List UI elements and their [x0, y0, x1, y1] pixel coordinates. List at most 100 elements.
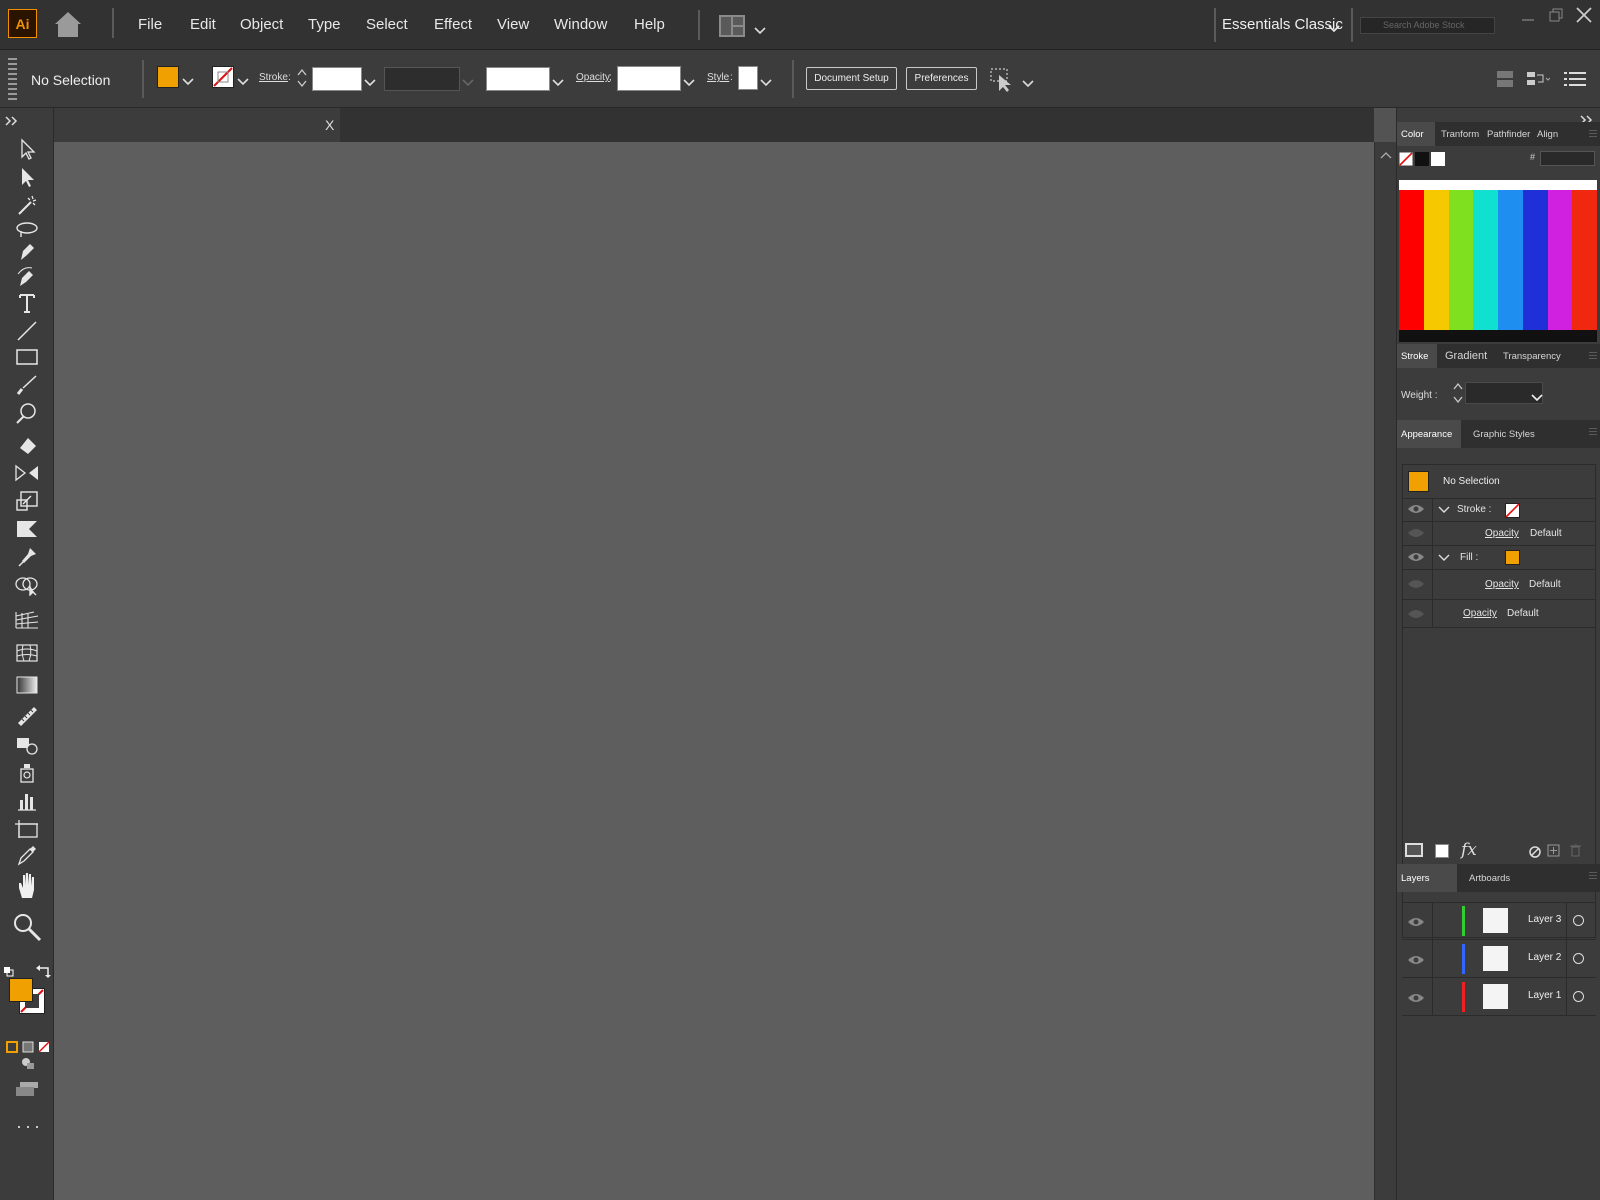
scale-tool-icon[interactable] [12, 488, 42, 514]
eye-icon[interactable] [1407, 953, 1425, 971]
eye-icon[interactable] [1407, 915, 1425, 933]
restore-icon[interactable] [1542, 0, 1570, 30]
spectrum-band[interactable] [1547, 190, 1573, 330]
tab-stroke[interactable]: Stroke [1397, 344, 1437, 368]
chevron-down-icon[interactable] [1022, 75, 1034, 93]
grip-handle[interactable] [8, 58, 17, 100]
workspace-switcher[interactable]: Essentials Classic [1222, 16, 1343, 33]
menu-help[interactable]: Help [634, 16, 665, 33]
opacity-label[interactable]: Opacity [576, 72, 610, 83]
home-icon[interactable] [52, 8, 84, 40]
menu-window[interactable]: Window [554, 16, 607, 33]
chevron-down-icon[interactable] [683, 74, 695, 92]
expand-panel-icon[interactable] [5, 113, 21, 131]
direct-selection-tool-icon[interactable] [12, 164, 42, 190]
brush-field[interactable] [486, 67, 550, 91]
spectrum-band[interactable] [1522, 190, 1548, 330]
stroke-label[interactable]: Stroke [259, 72, 288, 83]
chevron-down-icon[interactable] [1438, 506, 1450, 517]
stroke-opacity-row[interactable]: Opacity Default [1402, 522, 1596, 546]
chevron-down-icon[interactable] [760, 74, 772, 92]
symbol-sprayer-tool-icon[interactable] [12, 760, 42, 786]
measure-tool-icon[interactable] [12, 702, 42, 728]
rectangle-tool-icon[interactable] [12, 344, 42, 370]
tab-align[interactable]: Align [1533, 122, 1562, 146]
chevron-down-icon[interactable] [364, 74, 376, 92]
screen-mode-icon[interactable] [14, 1080, 40, 1103]
mesh-tool-icon[interactable] [12, 640, 42, 666]
artboard-tool-icon[interactable] [12, 816, 42, 842]
tab-pathfinder[interactable]: Pathfinder [1483, 122, 1534, 146]
gradient-tool-icon[interactable] [12, 672, 42, 698]
fill-swatch[interactable] [157, 66, 179, 88]
puppet-warp-tool-icon[interactable] [12, 544, 42, 570]
blend-tool-icon[interactable] [12, 732, 42, 758]
column-graph-tool-icon[interactable] [12, 788, 42, 814]
select-similar-icon[interactable] [989, 65, 1017, 98]
layer-row[interactable]: Layer 2 [1402, 940, 1596, 978]
eyedropper-tool-icon[interactable] [12, 842, 42, 868]
menu-object[interactable]: Object [240, 16, 283, 33]
perspective-grid-tool-icon[interactable] [12, 606, 42, 632]
tab-graphic-styles[interactable]: Graphic Styles [1469, 420, 1539, 448]
eye-icon[interactable] [1407, 578, 1425, 593]
spectrum-band[interactable] [1473, 190, 1499, 330]
chevron-down-icon[interactable] [552, 74, 564, 92]
eye-icon[interactable] [1407, 991, 1425, 1009]
style-label[interactable]: Style [707, 72, 729, 83]
hex-input[interactable] [1540, 151, 1595, 166]
stroke-attr-swatch[interactable] [1505, 503, 1520, 521]
opacity-field[interactable] [617, 66, 681, 91]
selection-tool-icon[interactable] [12, 136, 42, 162]
menu-select[interactable]: Select [366, 16, 408, 33]
add-stroke-icon[interactable] [1405, 843, 1423, 857]
layer-name[interactable]: Layer 3 [1528, 914, 1561, 925]
chevron-down-icon[interactable] [1531, 389, 1543, 407]
stroke-weight-field[interactable] [312, 67, 362, 91]
document-tab[interactable]: X [54, 108, 340, 142]
menu-file[interactable]: File [138, 16, 162, 33]
target-icon[interactable] [1573, 953, 1584, 964]
white-swatch[interactable] [1431, 152, 1445, 166]
spectrum-band[interactable] [1399, 190, 1424, 330]
opacity-link[interactable]: Opacity [1463, 608, 1497, 619]
chevron-down-icon[interactable] [182, 73, 194, 91]
minimize-icon[interactable] [1514, 0, 1542, 30]
clear-appearance-icon[interactable] [1529, 845, 1541, 863]
reflect-tool-icon[interactable] [12, 460, 42, 486]
spectrum-band[interactable] [1423, 190, 1449, 330]
magic-wand-tool-icon[interactable] [12, 192, 42, 218]
layer-row[interactable]: Layer 1 [1402, 978, 1596, 1016]
menu-effect[interactable]: Effect [434, 16, 472, 33]
shape-builder-tool-icon[interactable] [12, 572, 42, 598]
tab-transform[interactable]: Tranform [1437, 122, 1483, 146]
layer-row[interactable]: Layer 3 [1402, 902, 1596, 940]
appearance-fill-row[interactable]: Fill : [1402, 546, 1596, 570]
weight-stepper[interactable] [1453, 381, 1463, 410]
eye-icon[interactable] [1407, 503, 1425, 518]
panel-menu-icon[interactable] [1589, 130, 1597, 137]
target-icon[interactable] [1573, 991, 1584, 1002]
duplicate-item-icon[interactable] [1547, 844, 1560, 862]
black-swatch[interactable] [1415, 152, 1429, 166]
tab-gradient[interactable]: Gradient [1441, 344, 1491, 368]
document-setup-button[interactable]: Document Setup [806, 67, 897, 90]
close-window-icon[interactable] [1570, 0, 1598, 30]
zoom-tool-icon[interactable] [12, 914, 42, 942]
stroke-none-swatch[interactable] [212, 66, 234, 93]
tab-appearance[interactable]: Appearance [1397, 420, 1461, 448]
panel-menu-icon[interactable] [1589, 428, 1597, 435]
eraser-tool-icon[interactable] [12, 432, 42, 458]
none-swatch[interactable] [1399, 152, 1413, 171]
preferences-button[interactable]: Preferences [906, 67, 977, 90]
spectrum-black-bar[interactable] [1399, 330, 1597, 342]
swap-fill-stroke-icon[interactable] [36, 964, 52, 983]
menu-type[interactable]: Type [308, 16, 341, 33]
search-input[interactable]: Search Adobe Stock [1360, 17, 1495, 34]
fill-color-box[interactable] [9, 978, 33, 1002]
curvature-tool-icon[interactable] [12, 264, 42, 290]
trash-icon[interactable] [1570, 843, 1581, 862]
transform-panel-icon[interactable] [1526, 70, 1551, 93]
arrange-documents-icon[interactable] [719, 15, 745, 42]
menu-edit[interactable]: Edit [190, 16, 216, 33]
